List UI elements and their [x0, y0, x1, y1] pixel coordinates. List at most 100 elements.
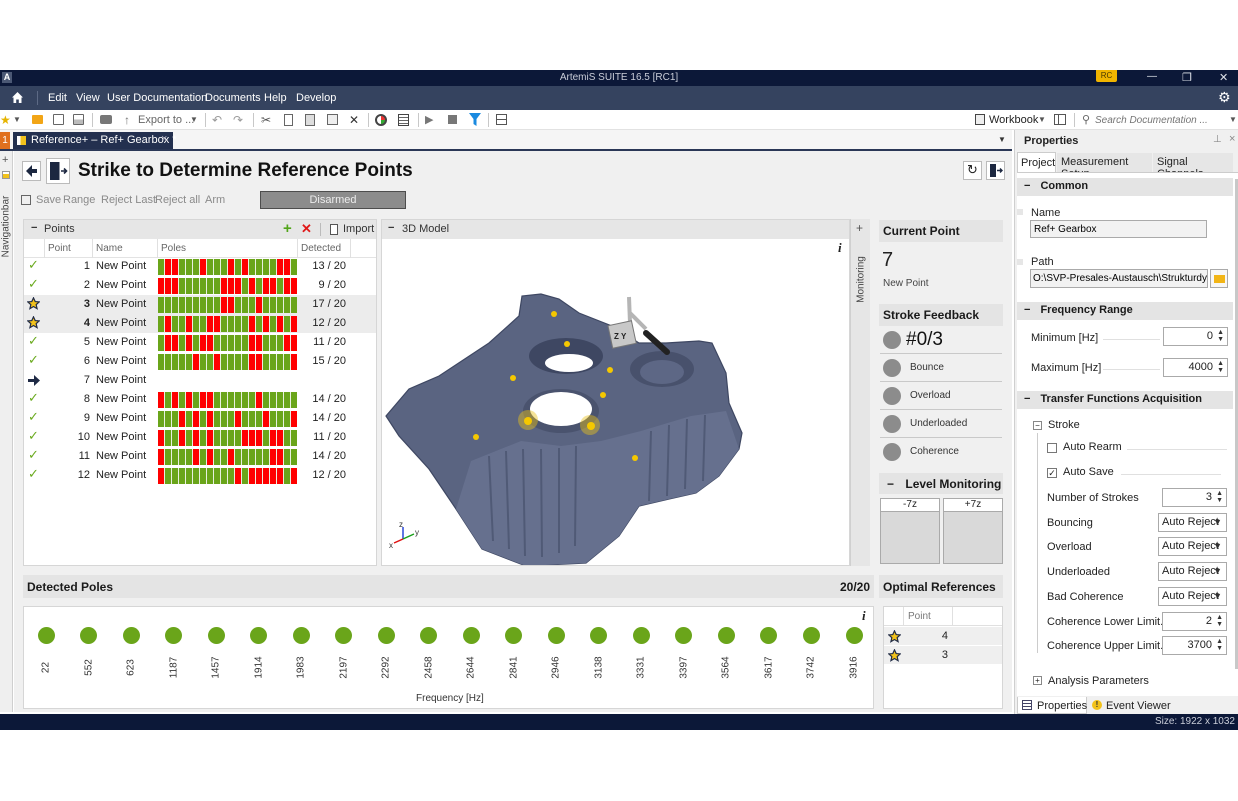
clear-format-icon[interactable]	[327, 114, 338, 125]
search-dropdown-icon[interactable]: ▼	[1229, 113, 1237, 127]
workbook-button[interactable]: Workbook	[989, 114, 1038, 126]
pole-marker[interactable]	[590, 627, 608, 644]
auto-rearm-checkbox[interactable]	[1047, 443, 1057, 453]
gearbox-3d-viewport[interactable]: Z Y z y x	[382, 239, 849, 565]
open-folder-icon[interactable]	[32, 115, 43, 124]
color-palette-icon[interactable]	[375, 114, 387, 126]
tab-measurement-setup[interactable]: Measurement Setup	[1057, 153, 1152, 180]
settings-gear-icon[interactable]: ⚙	[1218, 90, 1231, 106]
table-row[interactable]: ✓ 10 New Point 11 / 20	[24, 428, 376, 447]
pole-marker[interactable]	[675, 627, 693, 644]
pole-marker[interactable]	[122, 627, 140, 644]
tab-close-icon[interactable]: ×	[161, 133, 167, 145]
list-view-icon[interactable]	[398, 114, 409, 126]
table-row[interactable]: 4 New Point 12 / 20	[24, 314, 376, 333]
print-icon[interactable]	[100, 115, 112, 124]
stop-icon[interactable]	[448, 115, 457, 124]
tab-list-dropdown-icon[interactable]: ▼	[998, 135, 1006, 144]
pole-marker[interactable]	[802, 627, 820, 644]
table-row[interactable]: ✓ 9 New Point 14 / 20	[24, 409, 376, 428]
reject-last-action[interactable]: Reject Last	[101, 194, 156, 206]
save-as-icon[interactable]	[73, 114, 84, 125]
pole-marker[interactable]	[80, 627, 98, 644]
stroke-collapse-toggle[interactable]: −	[1033, 421, 1042, 430]
frequency-range-section-header[interactable]: − Frequency Range	[1017, 302, 1233, 320]
tab-reference-gearbox[interactable]: Reference+ – Ref+ Gearbox * ×	[13, 132, 177, 149]
pole-marker[interactable]	[505, 627, 523, 644]
pole-marker[interactable]	[760, 627, 778, 644]
reset-button[interactable]: ↻	[963, 161, 982, 180]
points-collapse-icon[interactable]: −	[31, 222, 37, 234]
monitoring-sidebar[interactable]: + Monitoring	[850, 219, 870, 566]
delete-point-icon[interactable]: ✕	[301, 221, 312, 237]
tab-project[interactable]: Project	[1017, 152, 1056, 172]
navigation-bar[interactable]: + Navigationbar	[0, 151, 13, 712]
optimal-reference-row[interactable]: 3	[884, 646, 1002, 665]
table-row[interactable]: ✓ 5 New Point 11 / 20	[24, 333, 376, 352]
tfa-section-header[interactable]: − Transfer Functions Acquisition	[1017, 391, 1233, 409]
bouncing-select[interactable]: Auto Reject ▼	[1158, 512, 1227, 532]
column-poles[interactable]: Poles	[161, 243, 186, 254]
table-row[interactable]: ✓ 6 New Point 15 / 20	[24, 352, 376, 371]
save-icon[interactable]	[53, 114, 64, 125]
home-icon[interactable]	[11, 91, 24, 104]
common-section-header[interactable]: − Common	[1017, 178, 1233, 196]
table-row[interactable]: ✓ 12 New Point 12 / 20	[24, 466, 376, 485]
restore-button[interactable]: ❐	[1182, 71, 1192, 84]
favorites-star-icon[interactable]: ★	[0, 113, 11, 127]
range-action[interactable]: Range	[63, 194, 95, 206]
navbar-add-icon[interactable]: +	[2, 154, 8, 166]
pole-marker[interactable]	[547, 627, 565, 644]
pole-marker[interactable]	[632, 627, 650, 644]
cut-icon[interactable]: ✂	[261, 113, 271, 127]
save-action[interactable]: Save	[36, 194, 61, 206]
column-name[interactable]: Name	[96, 243, 123, 254]
layout-icon[interactable]	[496, 114, 507, 125]
level-monitoring-collapse-icon[interactable]: −	[887, 477, 894, 491]
table-row[interactable]: ✓ 11 New Point 14 / 20	[24, 447, 376, 466]
table-row[interactable]: 7 New Point	[24, 371, 376, 390]
maximum-hz-spinner[interactable]: 4000 ▲ ▼	[1163, 358, 1228, 377]
number-of-strokes-spinner[interactable]: 3 ▲ ▼	[1162, 488, 1227, 507]
menu-user-documentation[interactable]: User Documentation	[107, 92, 207, 104]
table-row[interactable]: ✓ 2 New Point 9 / 20	[24, 276, 376, 295]
path-field[interactable]	[1030, 269, 1208, 288]
favorites-dropdown-icon[interactable]: ▼	[13, 113, 21, 127]
exit-step-button[interactable]	[46, 158, 70, 184]
coherence-upper-limit-spinner[interactable]: 3700 ▲ ▼	[1162, 636, 1227, 656]
play-icon[interactable]: ▶	[425, 113, 433, 127]
export-dropdown-icon[interactable]: ▼	[190, 113, 198, 127]
user-badge[interactable]: RC	[1096, 70, 1117, 82]
pole-marker[interactable]	[165, 627, 183, 644]
search-documentation-input[interactable]	[1095, 112, 1225, 128]
column-point[interactable]: Point	[48, 243, 71, 254]
coherence-lower-limit-spinner[interactable]: 2 ▲ ▼	[1162, 611, 1227, 631]
reject-all-action[interactable]: Reject all	[155, 194, 200, 206]
menu-documents[interactable]: Documents	[205, 92, 261, 104]
bottom-tab-event-viewer[interactable]: ! Event Viewer	[1089, 697, 1175, 714]
model-collapse-icon[interactable]: −	[388, 222, 394, 234]
minimum-hz-spinner[interactable]: 0 ▲ ▼	[1163, 327, 1228, 346]
menu-help[interactable]: Help	[264, 92, 287, 104]
monitoring-expand-icon[interactable]: +	[856, 221, 863, 235]
pin-icon[interactable]: ⊥	[1213, 134, 1222, 145]
undo-icon[interactable]: ↶	[212, 113, 222, 127]
pole-marker[interactable]	[377, 627, 395, 644]
minimize-button[interactable]: —	[1147, 71, 1157, 82]
table-row[interactable]: ✓ 8 New Point 14 / 20	[24, 390, 376, 409]
back-button[interactable]	[22, 161, 41, 181]
pole-marker[interactable]	[292, 627, 310, 644]
optimal-reference-row[interactable]: 4	[884, 627, 1002, 646]
overload-select[interactable]: Auto Reject ▼	[1158, 537, 1227, 557]
pole-marker[interactable]	[335, 627, 353, 644]
pole-marker[interactable]	[717, 627, 735, 644]
menu-edit[interactable]: Edit	[48, 92, 67, 104]
column-point[interactable]: Point	[908, 611, 931, 622]
properties-close-icon[interactable]: ×	[1229, 133, 1235, 145]
bad-coherence-select[interactable]: Auto Reject ▼	[1158, 586, 1227, 606]
paste-icon[interactable]	[305, 114, 315, 126]
workbook-dropdown-icon[interactable]: ▼	[1038, 113, 1046, 127]
pole-marker[interactable]	[207, 627, 225, 644]
filter-icon[interactable]	[469, 113, 481, 126]
poles-info-icon[interactable]: i	[862, 608, 866, 624]
